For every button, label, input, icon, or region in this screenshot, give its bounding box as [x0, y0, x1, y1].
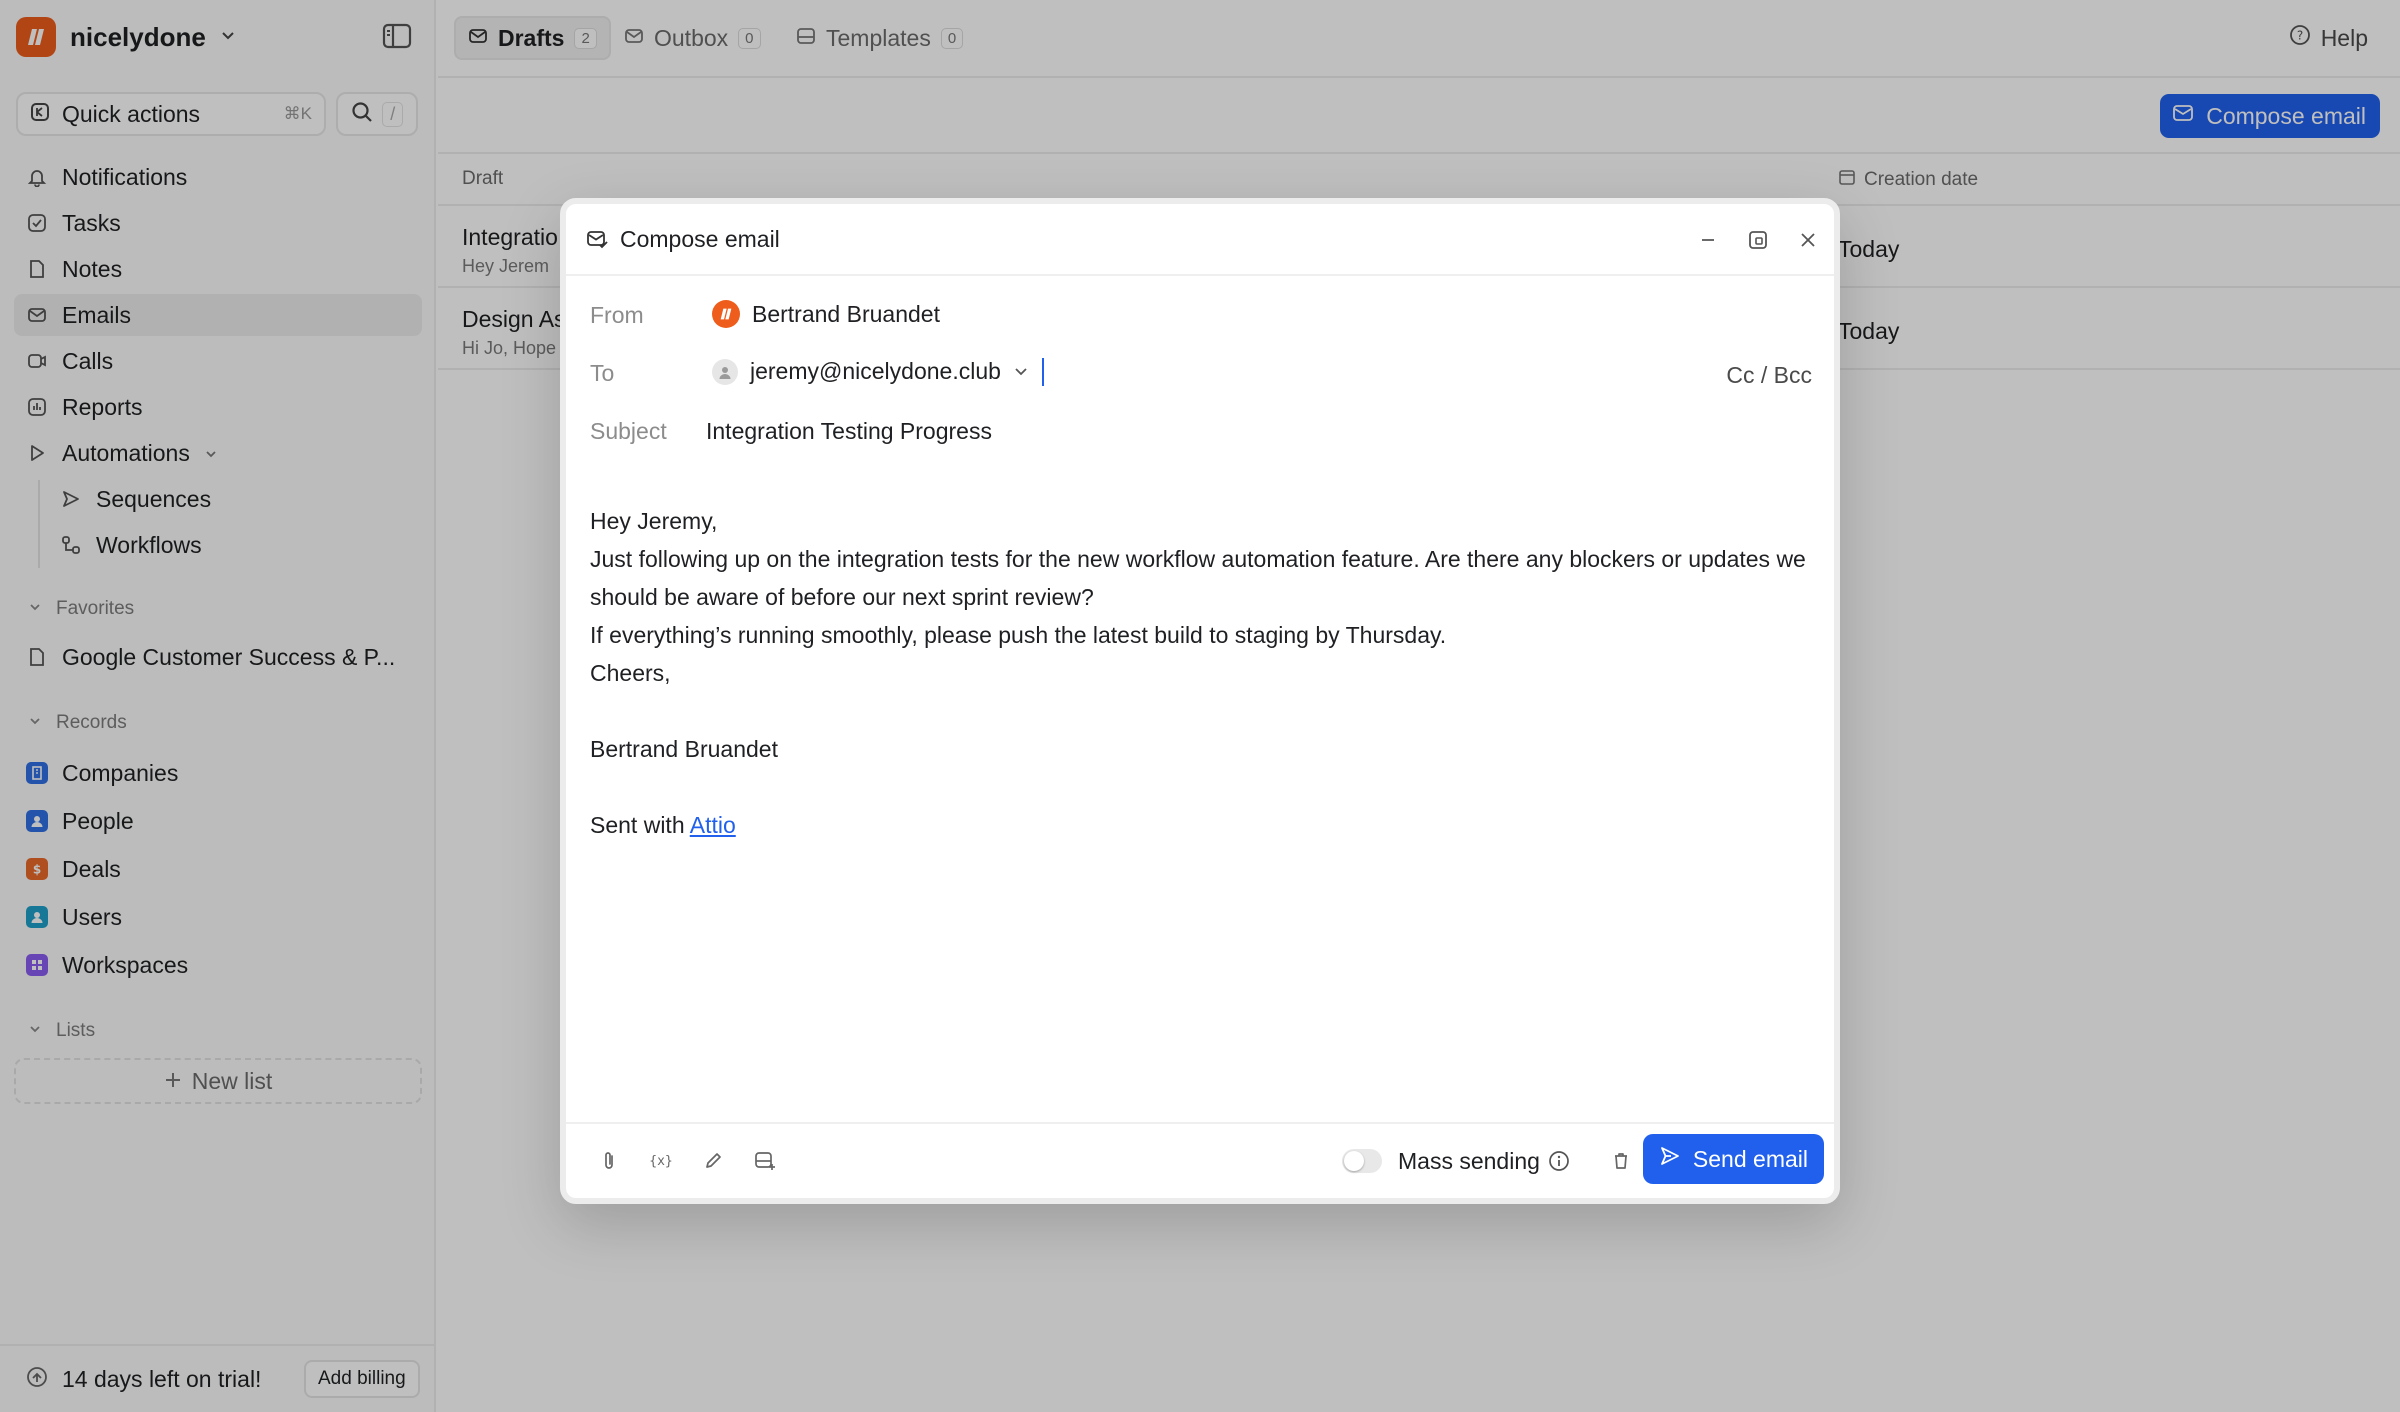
- expand-icon[interactable]: [1742, 224, 1774, 256]
- attio-link[interactable]: Attio: [690, 812, 736, 838]
- to-label: To: [590, 360, 615, 386]
- template-icon[interactable]: [750, 1146, 780, 1176]
- from-field[interactable]: Bertrand Bruandet: [712, 300, 940, 328]
- body-line: Cheers,: [590, 660, 671, 686]
- modal-footer: {x} Mass sending Send email: [566, 1122, 1834, 1198]
- body-line: [590, 768, 1820, 806]
- cc-bcc-toggle[interactable]: Cc / Bcc: [1726, 362, 1812, 389]
- send-email-button[interactable]: Send email: [1642, 1134, 1824, 1184]
- body-line: [590, 692, 1820, 730]
- from-label: From: [590, 302, 644, 328]
- recipient-chip[interactable]: jeremy@nicelydone.club: [712, 358, 1029, 385]
- close-icon[interactable]: [1792, 224, 1824, 256]
- body-line: Just following up on the integration tes…: [590, 546, 1806, 610]
- trash-icon[interactable]: [1606, 1146, 1636, 1176]
- compose-mail-icon: [586, 228, 608, 255]
- body-line: Hey Jeremy,: [590, 508, 718, 534]
- signature-prefix: Sent with: [590, 812, 690, 838]
- toggle-knob: [1344, 1151, 1364, 1171]
- chevron-down-icon[interactable]: [1013, 358, 1029, 385]
- subject-input[interactable]: Integration Testing Progress: [706, 418, 992, 445]
- attachment-icon[interactable]: [594, 1146, 624, 1176]
- to-input-caret[interactable]: [1042, 358, 1044, 386]
- modal-title: Compose email: [620, 226, 780, 252]
- body-line: If everything’s running smoothly, please…: [590, 622, 1447, 648]
- sender-avatar: [712, 300, 740, 328]
- email-body-editor[interactable]: Hey Jeremy, Just following up on the int…: [590, 502, 1820, 844]
- compose-email-modal: Compose email From Bertrand Bruandet To …: [560, 198, 1840, 1204]
- to-value: jeremy@nicelydone.club: [750, 358, 1001, 384]
- from-value: Bertrand Bruandet: [752, 300, 940, 327]
- body-line: Bertrand Bruandet: [590, 736, 778, 762]
- svg-text:{x}: {x}: [650, 1154, 672, 1169]
- signature-line: Sent with Attio: [590, 806, 1820, 844]
- modal-header: Compose email: [566, 204, 1834, 276]
- send-icon: [1659, 1145, 1681, 1173]
- mass-sending-label: Mass sending: [1398, 1148, 1540, 1174]
- mass-sending-toggle[interactable]: [1342, 1149, 1382, 1173]
- variable-icon[interactable]: {x}: [646, 1146, 676, 1176]
- info-icon[interactable]: [1544, 1146, 1574, 1176]
- recipient-avatar: [712, 358, 738, 385]
- subject-label: Subject: [590, 418, 667, 444]
- send-email-label: Send email: [1692, 1145, 1808, 1172]
- signature-pen-icon[interactable]: [698, 1146, 728, 1176]
- minimize-icon[interactable]: [1692, 224, 1724, 256]
